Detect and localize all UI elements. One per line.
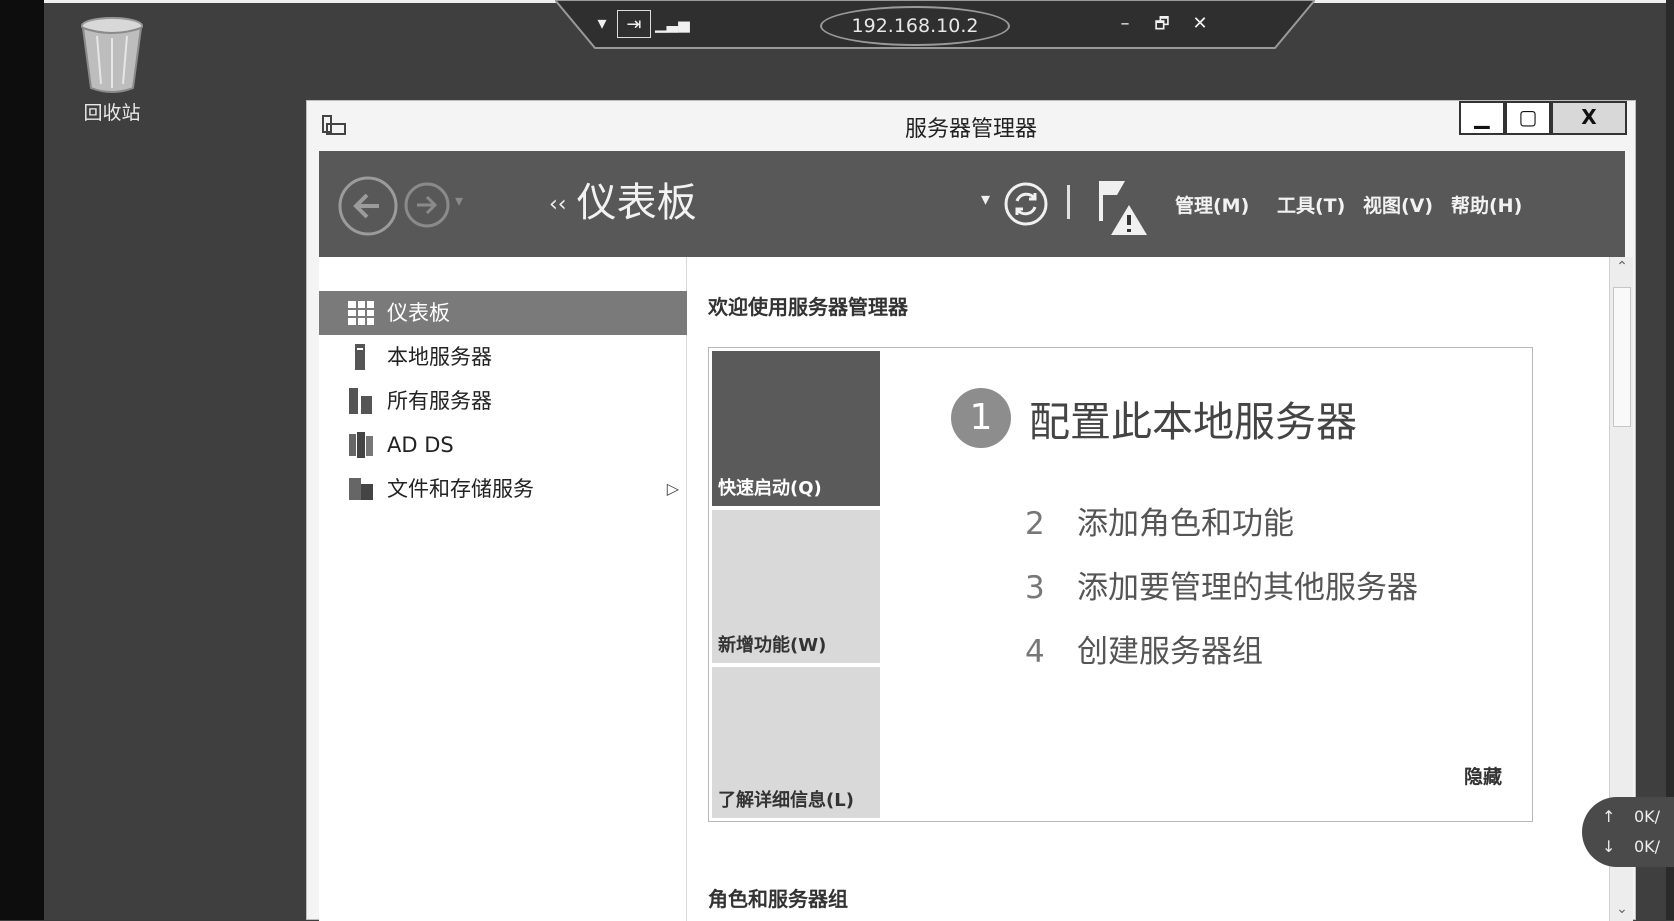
pin-icon[interactable]: ⇥	[617, 10, 651, 38]
sidebar-item-ad-ds[interactable]: AD DS	[319, 423, 687, 467]
sidebar-item-label: 仪表板	[387, 301, 450, 325]
tab-whats-new[interactable]: 新增功能(W)	[712, 510, 880, 663]
sidebar-item-label: 文件和存储服务	[387, 477, 534, 501]
remote-connection-bar: ▾ ⇥ ▁▃▅ 192.168.10.2 – 🗗 ✕	[555, 0, 1315, 50]
download-arrow-icon: ↓	[1602, 837, 1616, 856]
tab-learn-more[interactable]: 了解详细信息(L)	[712, 667, 880, 818]
notification-flag-icon[interactable]	[1095, 177, 1151, 237]
title-dropdown-icon[interactable]: ▾	[981, 189, 990, 210]
sidebar-item-label: 所有服务器	[387, 389, 492, 413]
remote-ip-address: 192.168.10.2	[820, 6, 1010, 46]
sidebar-item-file-storage[interactable]: 文件和存储服务 ▷	[319, 467, 687, 511]
forward-button[interactable]	[403, 181, 451, 229]
download-speed: 0K/	[1634, 837, 1661, 856]
ad-ds-icon	[349, 432, 373, 458]
step-text: 配置此本地服务器	[1029, 398, 1357, 446]
recycle-bin[interactable]: 回收站	[62, 16, 162, 125]
menu-manage[interactable]: 管理(M)	[1175, 191, 1249, 218]
sidebar-item-label: 本地服务器	[387, 345, 492, 369]
step-add-other-servers[interactable]: 3 添加要管理的其他服务器	[1025, 562, 1418, 607]
quick-start-panel: 快速启动(Q) 新增功能(W) 了解详细信息(L) 1 配置此本地服务器 2 添加角…	[708, 347, 1533, 822]
network-speed-widget: ↑ 0K/ ↓ 0K/	[1582, 797, 1674, 867]
signal-strength-icon: ▁▃▅	[655, 15, 690, 33]
scroll-up-icon[interactable]: ⌃	[1610, 259, 1634, 275]
page-title-text: 仪表板	[576, 180, 697, 226]
dashboard-grid-icon	[348, 301, 374, 325]
scroll-thumb[interactable]	[1613, 287, 1631, 427]
window-content: ▾ ‹‹ 仪表板 ▾ 管理(M) 工具(T) 视图(V) 帮助(H) 仪表板 本…	[319, 151, 1633, 921]
screen-right-edge	[1666, 0, 1674, 920]
step-number: 3	[1025, 570, 1045, 606]
menu-help[interactable]: 帮助(H)	[1451, 191, 1522, 218]
back-button[interactable]	[337, 175, 399, 237]
welcome-heading: 欢迎使用服务器管理器	[708, 295, 908, 319]
step-number: 2	[1025, 506, 1045, 542]
rdp-close-button[interactable]: ✕	[1185, 10, 1215, 38]
window-title: 服务器管理器	[904, 117, 1037, 142]
step-number: 4	[1025, 634, 1045, 670]
page-title: ‹‹ 仪表板	[549, 179, 697, 229]
menu-view[interactable]: 视图(V)	[1363, 191, 1433, 218]
refresh-icon[interactable]	[1003, 181, 1049, 227]
file-storage-icon	[349, 478, 373, 500]
server-manager-window: 服务器管理器 ▁ ▢ X ▾ ‹‹ 仪表板 ▾ 管理(M) 工具(T) 视图(V…	[306, 100, 1636, 921]
servers-icon	[349, 388, 372, 414]
rdp-minimize-button[interactable]: –	[1110, 10, 1140, 38]
upload-arrow-icon: ↑	[1602, 807, 1616, 826]
expand-arrow-icon[interactable]: ▷	[667, 467, 679, 511]
step-add-roles-features[interactable]: 2 添加角色和功能	[1025, 498, 1294, 543]
scroll-down-icon[interactable]: ⌄	[1610, 901, 1634, 917]
step-text: 创建服务器组	[1077, 634, 1263, 670]
hide-link[interactable]: 隐藏	[1464, 762, 1502, 789]
recycle-bin-icon	[81, 17, 143, 93]
window-titlebar[interactable]: 服务器管理器 ▁ ▢ X	[307, 101, 1635, 151]
sidebar-item-label: AD DS	[387, 433, 454, 457]
sidebar: 仪表板 本地服务器 所有服务器 AD DS 文件和存储服务 ▷	[319, 257, 687, 921]
window-minimize-button[interactable]: ▁	[1459, 101, 1505, 135]
step-configure-local-server[interactable]: 1 配置此本地服务器	[951, 388, 1357, 448]
tab-label: 新增功能(W)	[718, 635, 827, 656]
sidebar-item-local-server[interactable]: 本地服务器	[319, 335, 687, 379]
screen-left-edge	[0, 0, 44, 920]
upload-speed: 0K/	[1634, 807, 1661, 826]
window-close-button[interactable]: X	[1551, 101, 1627, 135]
tab-label: 快速启动(Q)	[718, 478, 822, 499]
sidebar-item-all-servers[interactable]: 所有服务器	[319, 379, 687, 423]
nav-separator	[1067, 185, 1070, 219]
server-icon	[355, 344, 365, 370]
tab-quick-start[interactable]: 快速启动(Q)	[712, 351, 880, 506]
navigation-bar: ▾ ‹‹ 仪表板 ▾ 管理(M) 工具(T) 视图(V) 帮助(H)	[319, 151, 1625, 257]
sidebar-item-dashboard[interactable]: 仪表板	[319, 291, 687, 335]
desktop: 回收站 ▾ ⇥ ▁▃▅ 192.168.10.2 – 🗗 ✕ 服务器管理器 ▁ …	[0, 0, 1674, 921]
recycle-bin-label: 回收站	[83, 102, 141, 124]
history-dropdown-icon[interactable]: ▾	[455, 191, 463, 210]
dropdown-arrow-icon[interactable]: ▾	[587, 10, 617, 38]
window-maximize-button[interactable]: ▢	[1505, 101, 1551, 135]
breadcrumb-arrows-icon: ‹‹	[549, 192, 567, 217]
rdp-restore-button[interactable]: 🗗	[1147, 10, 1177, 38]
step-text: 添加角色和功能	[1077, 506, 1294, 542]
roles-server-groups-heading: 角色和服务器组	[708, 887, 848, 911]
step-create-server-group[interactable]: 4 创建服务器组	[1025, 626, 1263, 671]
menu-tools[interactable]: 工具(T)	[1277, 191, 1345, 218]
dashboard-main: 欢迎使用服务器管理器 快速启动(Q) 新增功能(W) 了解详细信息(L) 1 配置…	[688, 257, 1546, 921]
tab-label: 了解详细信息(L)	[718, 790, 854, 811]
step-number-badge: 1	[951, 388, 1011, 448]
step-text: 添加要管理的其他服务器	[1077, 570, 1418, 606]
